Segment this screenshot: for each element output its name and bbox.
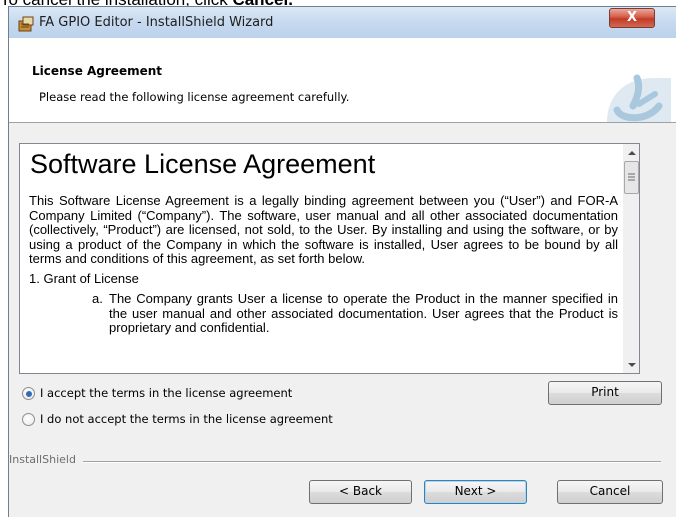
- accept-label[interactable]: I accept the terms in the license agreem…: [40, 386, 292, 400]
- grip-icon: [628, 173, 635, 181]
- arrow-down-icon: [628, 363, 636, 367]
- next-button[interactable]: Next >: [424, 480, 527, 504]
- decline-radio[interactable]: [22, 413, 35, 426]
- scroll-down-button[interactable]: [623, 356, 639, 373]
- decline-label[interactable]: I do not accept the terms in the license…: [40, 412, 333, 426]
- arrow-up-icon: [628, 151, 636, 155]
- window-title: FA GPIO Editor - InstallShield Wizard: [39, 15, 274, 30]
- cancel-button[interactable]: Cancel: [557, 480, 663, 504]
- installer-icon: [18, 16, 34, 32]
- close-button[interactable]: X: [609, 8, 655, 28]
- license-content: Software License Agreement This Software…: [20, 144, 622, 373]
- vertical-scrollbar[interactable]: [623, 144, 639, 373]
- wizard-header: License Agreement Please read the follow…: [9, 38, 676, 123]
- license-section-title: 1. Grant of License: [29, 270, 139, 286]
- installshield-brand: InstallShield: [9, 453, 80, 466]
- installshield-logo-icon: [607, 74, 671, 122]
- back-button[interactable]: < Back: [309, 480, 412, 504]
- license-item-text: The Company grants User a license to ope…: [109, 290, 618, 336]
- page-subtitle: Please read the following license agreem…: [39, 90, 350, 104]
- scroll-thumb[interactable]: [624, 161, 639, 194]
- license-heading: Software License Agreement: [30, 149, 376, 179]
- scroll-up-button[interactable]: [623, 144, 639, 161]
- accept-radio[interactable]: [22, 387, 35, 400]
- license-paragraph: This Software License Agreement is a leg…: [29, 193, 618, 267]
- close-icon: X: [626, 10, 638, 25]
- title-bar[interactable]: FA GPIO Editor - InstallShield Wizard X: [9, 7, 676, 38]
- page-title: License Agreement: [32, 64, 163, 78]
- installer-window: FA GPIO Editor - InstallShield Wizard X …: [8, 6, 676, 517]
- print-button[interactable]: Print: [548, 381, 662, 405]
- license-item-marker: a.: [92, 290, 103, 306]
- license-item: a. The Company grants User a license to o…: [92, 290, 618, 336]
- license-text-box[interactable]: Software License Agreement This Software…: [19, 143, 640, 374]
- footer-divider: [83, 461, 661, 463]
